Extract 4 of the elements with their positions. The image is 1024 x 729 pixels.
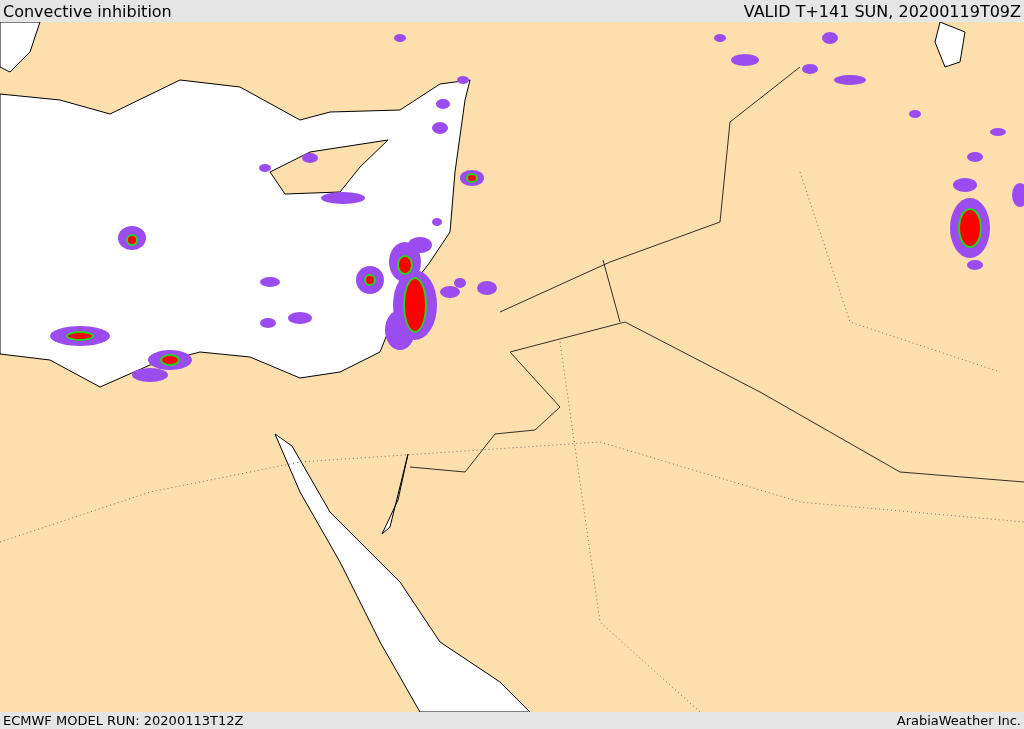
- map-title: Convective inhibition: [3, 1, 172, 21]
- model-run: ECMWF MODEL RUN: 20200113T12Z: [3, 713, 244, 728]
- credit: ArabiaWeather Inc.: [896, 713, 1021, 728]
- valid-time: VALID T+141 SUN, 20200119T09Z: [743, 1, 1021, 21]
